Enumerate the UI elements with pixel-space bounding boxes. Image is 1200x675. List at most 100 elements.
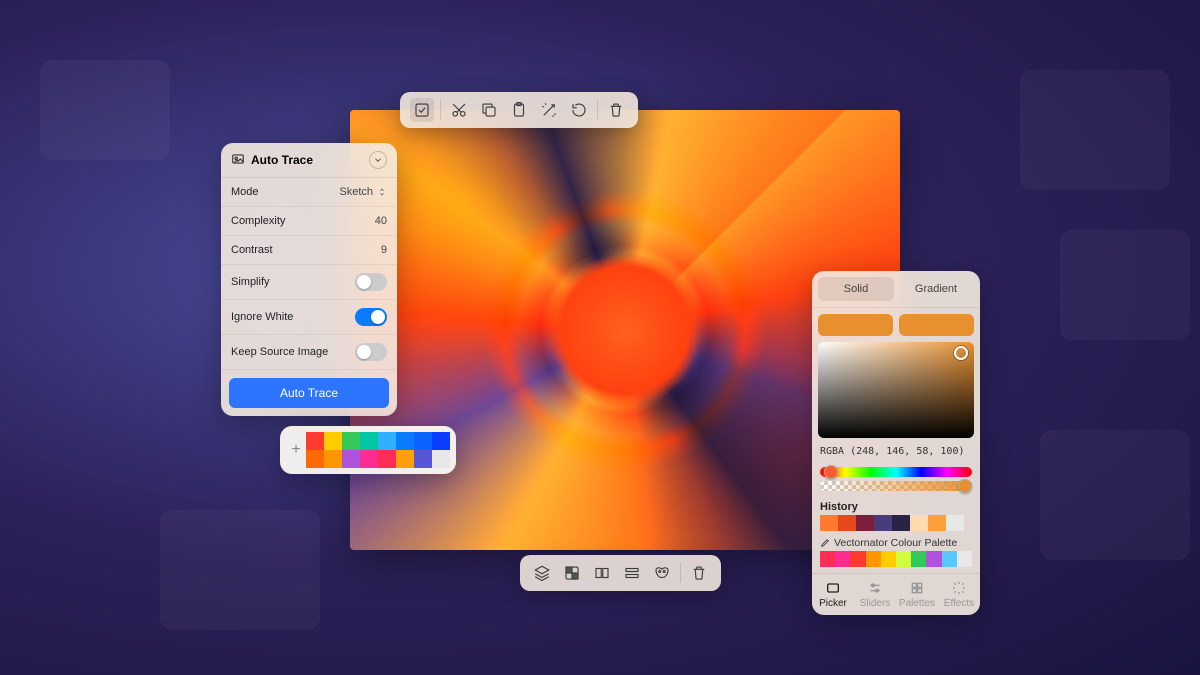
palette-swatch[interactable] <box>324 432 342 450</box>
hue-knob[interactable] <box>824 465 838 479</box>
history-label: History <box>812 495 980 515</box>
library-swatch[interactable] <box>911 551 926 567</box>
alpha-knob[interactable] <box>958 479 972 493</box>
sliders-icon <box>867 580 883 596</box>
effects-tab-label: Effects <box>944 598 974 609</box>
palette-swatch[interactable] <box>432 432 450 450</box>
library-swatch[interactable] <box>957 551 972 567</box>
history-swatch[interactable] <box>820 515 838 531</box>
library-swatch[interactable] <box>850 551 865 567</box>
palette-swatch[interactable] <box>396 450 414 468</box>
keep-source-label: Keep Source Image <box>231 346 328 358</box>
history-swatch[interactable] <box>856 515 874 531</box>
effects-tab[interactable]: Effects <box>938 574 980 615</box>
simplify-toggle[interactable] <box>355 273 387 291</box>
layers-icon[interactable] <box>530 561 554 585</box>
sliders-tab[interactable]: Sliders <box>854 574 896 615</box>
picker-tab[interactable]: Picker <box>812 574 854 615</box>
palette-swatch[interactable] <box>378 450 396 468</box>
trash-icon[interactable] <box>604 98 628 122</box>
library-swatch[interactable] <box>866 551 881 567</box>
image-trace-icon <box>231 152 245 169</box>
solid-tab[interactable]: Solid <box>818 277 894 301</box>
magic-wand-icon[interactable] <box>537 98 561 122</box>
updown-icon <box>377 187 387 197</box>
fill-swatch[interactable] <box>818 314 893 336</box>
palette-swatch[interactable] <box>414 432 432 450</box>
contrast-row[interactable]: Contrast 9 <box>221 236 397 265</box>
history-swatch[interactable] <box>928 515 946 531</box>
palette-swatch[interactable] <box>324 450 342 468</box>
palette-panel: + <box>280 426 456 474</box>
palette-swatch[interactable] <box>378 432 396 450</box>
library-swatch[interactable] <box>926 551 941 567</box>
palette-swatch[interactable] <box>306 432 324 450</box>
rgba-readout: RGBA (248, 146, 58, 100) <box>812 444 980 463</box>
palettes-tab-label: Palettes <box>899 598 935 609</box>
rotate-icon[interactable] <box>567 98 591 122</box>
picker-tab-label: Picker <box>819 598 847 609</box>
sliders-tab-label: Sliders <box>860 598 891 609</box>
contrast-label: Contrast <box>231 244 273 256</box>
checker-icon[interactable] <box>560 561 584 585</box>
auto-trace-panel: Auto Trace Mode Sketch Complexity 40 Con… <box>221 143 397 416</box>
simplify-label: Simplify <box>231 276 270 288</box>
picker-icon <box>825 580 841 596</box>
palette-swatch[interactable] <box>414 450 432 468</box>
rows-icon[interactable] <box>620 561 644 585</box>
paste-icon[interactable] <box>507 98 531 122</box>
hue-slider[interactable] <box>820 467 972 477</box>
mode-row[interactable]: Mode Sketch <box>221 178 397 207</box>
ignore-white-row: Ignore White <box>221 300 397 335</box>
palettes-tab[interactable]: Palettes <box>896 574 938 615</box>
history-swatch[interactable] <box>838 515 856 531</box>
auto-trace-button[interactable]: Auto Trace <box>229 378 389 408</box>
palette-swatch[interactable] <box>306 450 324 468</box>
color-field-knob[interactable] <box>954 346 968 360</box>
cut-icon[interactable] <box>447 98 471 122</box>
alpha-slider[interactable] <box>820 481 972 491</box>
palette-swatch[interactable] <box>342 432 360 450</box>
palette-swatch[interactable] <box>360 450 378 468</box>
color-panel-tabs: Picker Sliders Palettes Effects <box>812 573 980 615</box>
ignore-white-toggle[interactable] <box>355 308 387 326</box>
keep-source-toggle[interactable] <box>355 343 387 361</box>
color-field[interactable] <box>818 342 974 438</box>
mask-icon[interactable] <box>650 561 674 585</box>
library-swatch[interactable] <box>820 551 835 567</box>
gradient-tab[interactable]: Gradient <box>898 277 974 301</box>
stroke-swatch[interactable] <box>899 314 974 336</box>
history-swatch[interactable] <box>874 515 892 531</box>
split-icon[interactable] <box>590 561 614 585</box>
panel-title: Auto Trace <box>251 153 313 167</box>
mode-value: Sketch <box>339 186 373 198</box>
top-toolbar <box>400 92 638 128</box>
pencil-icon <box>820 538 830 548</box>
collapse-button[interactable] <box>369 151 387 169</box>
contrast-value: 9 <box>381 244 387 256</box>
color-panel: Solid Gradient RGBA (248, 146, 58, 100) … <box>812 271 980 615</box>
trash-icon[interactable] <box>687 561 711 585</box>
library-swatch[interactable] <box>942 551 957 567</box>
history-swatch[interactable] <box>910 515 928 531</box>
select-icon[interactable] <box>410 98 434 122</box>
effects-icon <box>951 580 967 596</box>
complexity-value: 40 <box>375 215 387 227</box>
library-swatch[interactable] <box>896 551 911 567</box>
keep-source-row: Keep Source Image <box>221 335 397 370</box>
palette-swatch[interactable] <box>432 450 450 468</box>
history-swatch[interactable] <box>946 515 964 531</box>
copy-icon[interactable] <box>477 98 501 122</box>
palette-swatch[interactable] <box>396 432 414 450</box>
add-swatch-button[interactable]: + <box>286 432 306 468</box>
library-title: Vectornator Colour Palette <box>812 537 980 551</box>
mode-label: Mode <box>231 186 259 198</box>
palette-swatch[interactable] <box>342 450 360 468</box>
history-swatch[interactable] <box>892 515 910 531</box>
library-swatch[interactable] <box>835 551 850 567</box>
library-swatch[interactable] <box>881 551 896 567</box>
fill-type-segment: Solid Gradient <box>812 271 980 308</box>
palette-swatch[interactable] <box>360 432 378 450</box>
complexity-row[interactable]: Complexity 40 <box>221 207 397 236</box>
simplify-row: Simplify <box>221 265 397 300</box>
